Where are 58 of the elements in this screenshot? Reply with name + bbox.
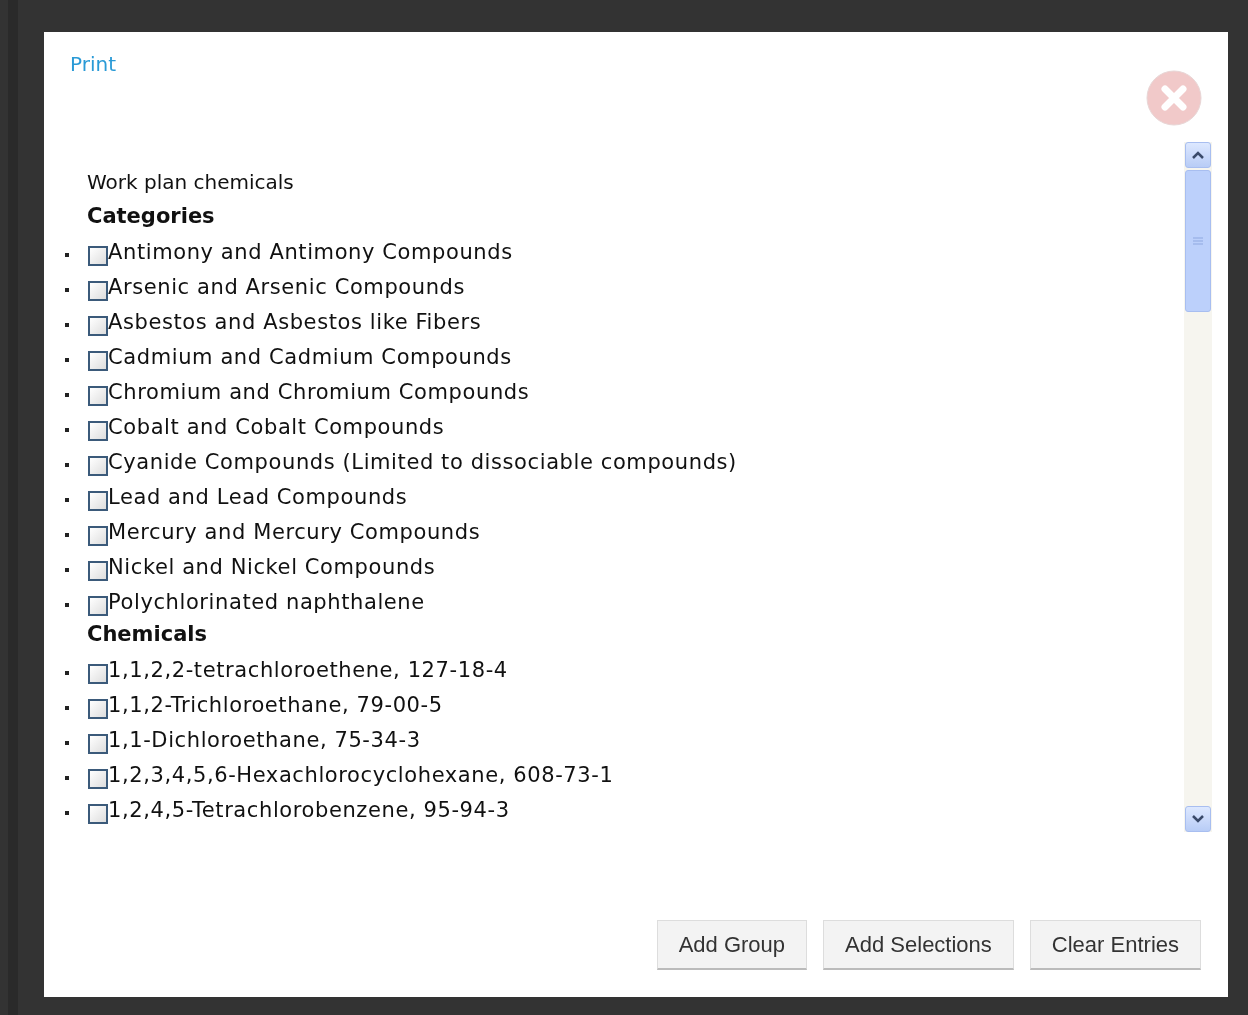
section-heading: Chemicals	[87, 621, 208, 648]
bullet-icon	[65, 287, 69, 292]
bullet-icon	[65, 322, 69, 327]
checkbox-label[interactable]: Lead and Lead Compounds	[108, 484, 408, 509]
bullet-icon	[65, 775, 69, 780]
bullet-icon	[65, 462, 69, 467]
checkbox-label[interactable]: Antimony and Antimony Compounds	[108, 239, 513, 264]
checkbox[interactable]	[88, 315, 108, 336]
list-title: Work plan chemicals	[87, 169, 295, 196]
checkbox-label[interactable]: Polychlorinated naphthalene	[108, 589, 425, 614]
checkbox-label[interactable]: Cadmium and Cadmium Compounds	[108, 344, 512, 369]
bullet-icon	[65, 740, 69, 745]
checkbox-label[interactable]: Chromium and Chromium Compounds	[108, 379, 530, 404]
bullet-icon	[65, 532, 69, 537]
checkbox[interactable]	[88, 455, 108, 476]
checkbox[interactable]	[88, 490, 108, 511]
bullet-icon	[65, 252, 69, 257]
checkbox[interactable]	[88, 420, 108, 441]
checkbox[interactable]	[88, 768, 108, 789]
scroll-up-icon[interactable]	[1185, 142, 1211, 168]
checkbox[interactable]	[88, 525, 108, 546]
bullet-icon	[65, 392, 69, 397]
checkbox[interactable]	[88, 385, 108, 406]
bullet-icon	[65, 705, 69, 710]
scrollbar[interactable]	[1184, 142, 1212, 832]
action-button[interactable]: Add Selections	[823, 920, 1014, 970]
checkbox[interactable]	[88, 595, 108, 616]
bullet-icon	[65, 427, 69, 432]
checkbox[interactable]	[88, 663, 108, 684]
checkbox-label[interactable]: Cyanide Compounds (Limited to dissociable compounds)	[108, 449, 737, 474]
scroll-down-icon[interactable]	[1185, 806, 1211, 832]
checkbox-label[interactable]: Nickel and Nickel Compounds	[108, 554, 436, 579]
scroll-thumb[interactable]	[1185, 170, 1211, 312]
checkbox-label[interactable]: 1,1,2,2-tetrachloroethene, 127-18-4	[108, 657, 508, 682]
checkbox[interactable]	[88, 245, 108, 266]
checkbox-label[interactable]: 1,2,3,4,5,6-Hexachlorocyclohexane, 608-73-1	[108, 762, 614, 787]
bullet-icon	[65, 810, 69, 815]
checkbox[interactable]	[88, 350, 108, 371]
checkbox[interactable]	[88, 698, 108, 719]
checkbox[interactable]	[88, 280, 108, 301]
checkbox-label[interactable]: 1,1-Dichloroethane, 75-34-3	[108, 727, 421, 752]
checkbox-label[interactable]: 1,2,4,5-Tetrachlorobenzene, 95-94-3	[108, 797, 510, 822]
bullet-icon	[65, 497, 69, 502]
checkbox-label[interactable]: Asbestos and Asbestos like Fibers	[108, 309, 482, 334]
action-button[interactable]: Add Group	[656, 920, 808, 970]
checkbox[interactable]	[88, 560, 108, 581]
bullet-icon	[65, 602, 69, 607]
checkbox[interactable]	[88, 803, 108, 824]
bullet-icon	[65, 567, 69, 572]
action-button[interactable]: Clear Entries	[1029, 920, 1201, 970]
bullet-icon	[65, 357, 69, 362]
bullet-icon	[65, 670, 69, 675]
checkbox-label[interactable]: Cobalt and Cobalt Compounds	[108, 414, 445, 439]
checkbox-label[interactable]: Arsenic and Arsenic Compounds	[108, 274, 466, 299]
checkbox-label[interactable]: 1,1,2-Trichloroethane, 79-00-5	[108, 692, 443, 717]
checkbox-label[interactable]: Mercury and Mercury Compounds	[108, 519, 481, 544]
section-heading: Categories	[87, 203, 216, 230]
checkbox[interactable]	[88, 733, 108, 754]
